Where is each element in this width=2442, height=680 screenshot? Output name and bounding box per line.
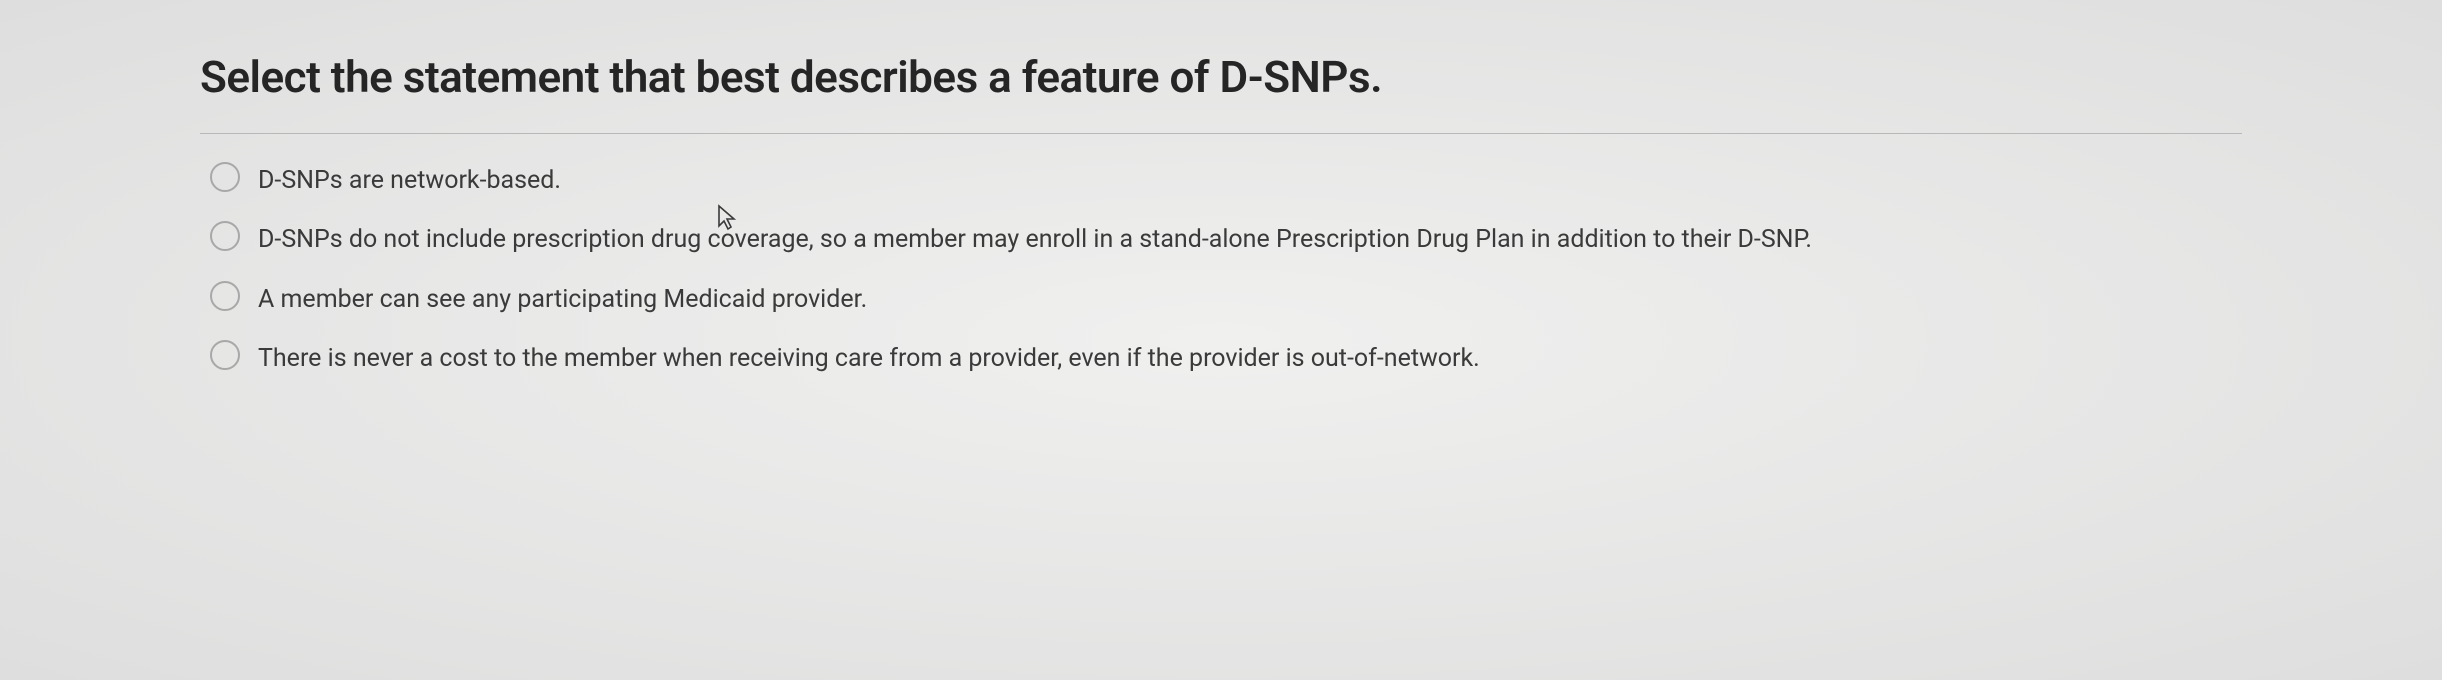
radio-button[interactable] — [210, 281, 240, 311]
question-title: Select the statement that best describes… — [200, 50, 2242, 105]
option-row[interactable]: A member can see any participating Medic… — [210, 281, 2242, 318]
option-row[interactable]: D-SNPs do not include prescription drug … — [210, 221, 2242, 258]
option-row[interactable]: There is never a cost to the member when… — [210, 340, 2242, 377]
radio-button[interactable] — [210, 221, 240, 251]
option-label: A member can see any participating Medic… — [258, 281, 867, 318]
option-label: D-SNPs do not include prescription drug … — [258, 221, 1812, 258]
options-list: D-SNPs are network-based. D-SNPs do not … — [200, 162, 2242, 377]
option-label: There is never a cost to the member when… — [258, 340, 1480, 377]
option-row[interactable]: D-SNPs are network-based. — [210, 162, 2242, 199]
radio-button[interactable] — [210, 340, 240, 370]
divider — [200, 133, 2242, 134]
option-label: D-SNPs are network-based. — [258, 162, 561, 199]
radio-button[interactable] — [210, 162, 240, 192]
